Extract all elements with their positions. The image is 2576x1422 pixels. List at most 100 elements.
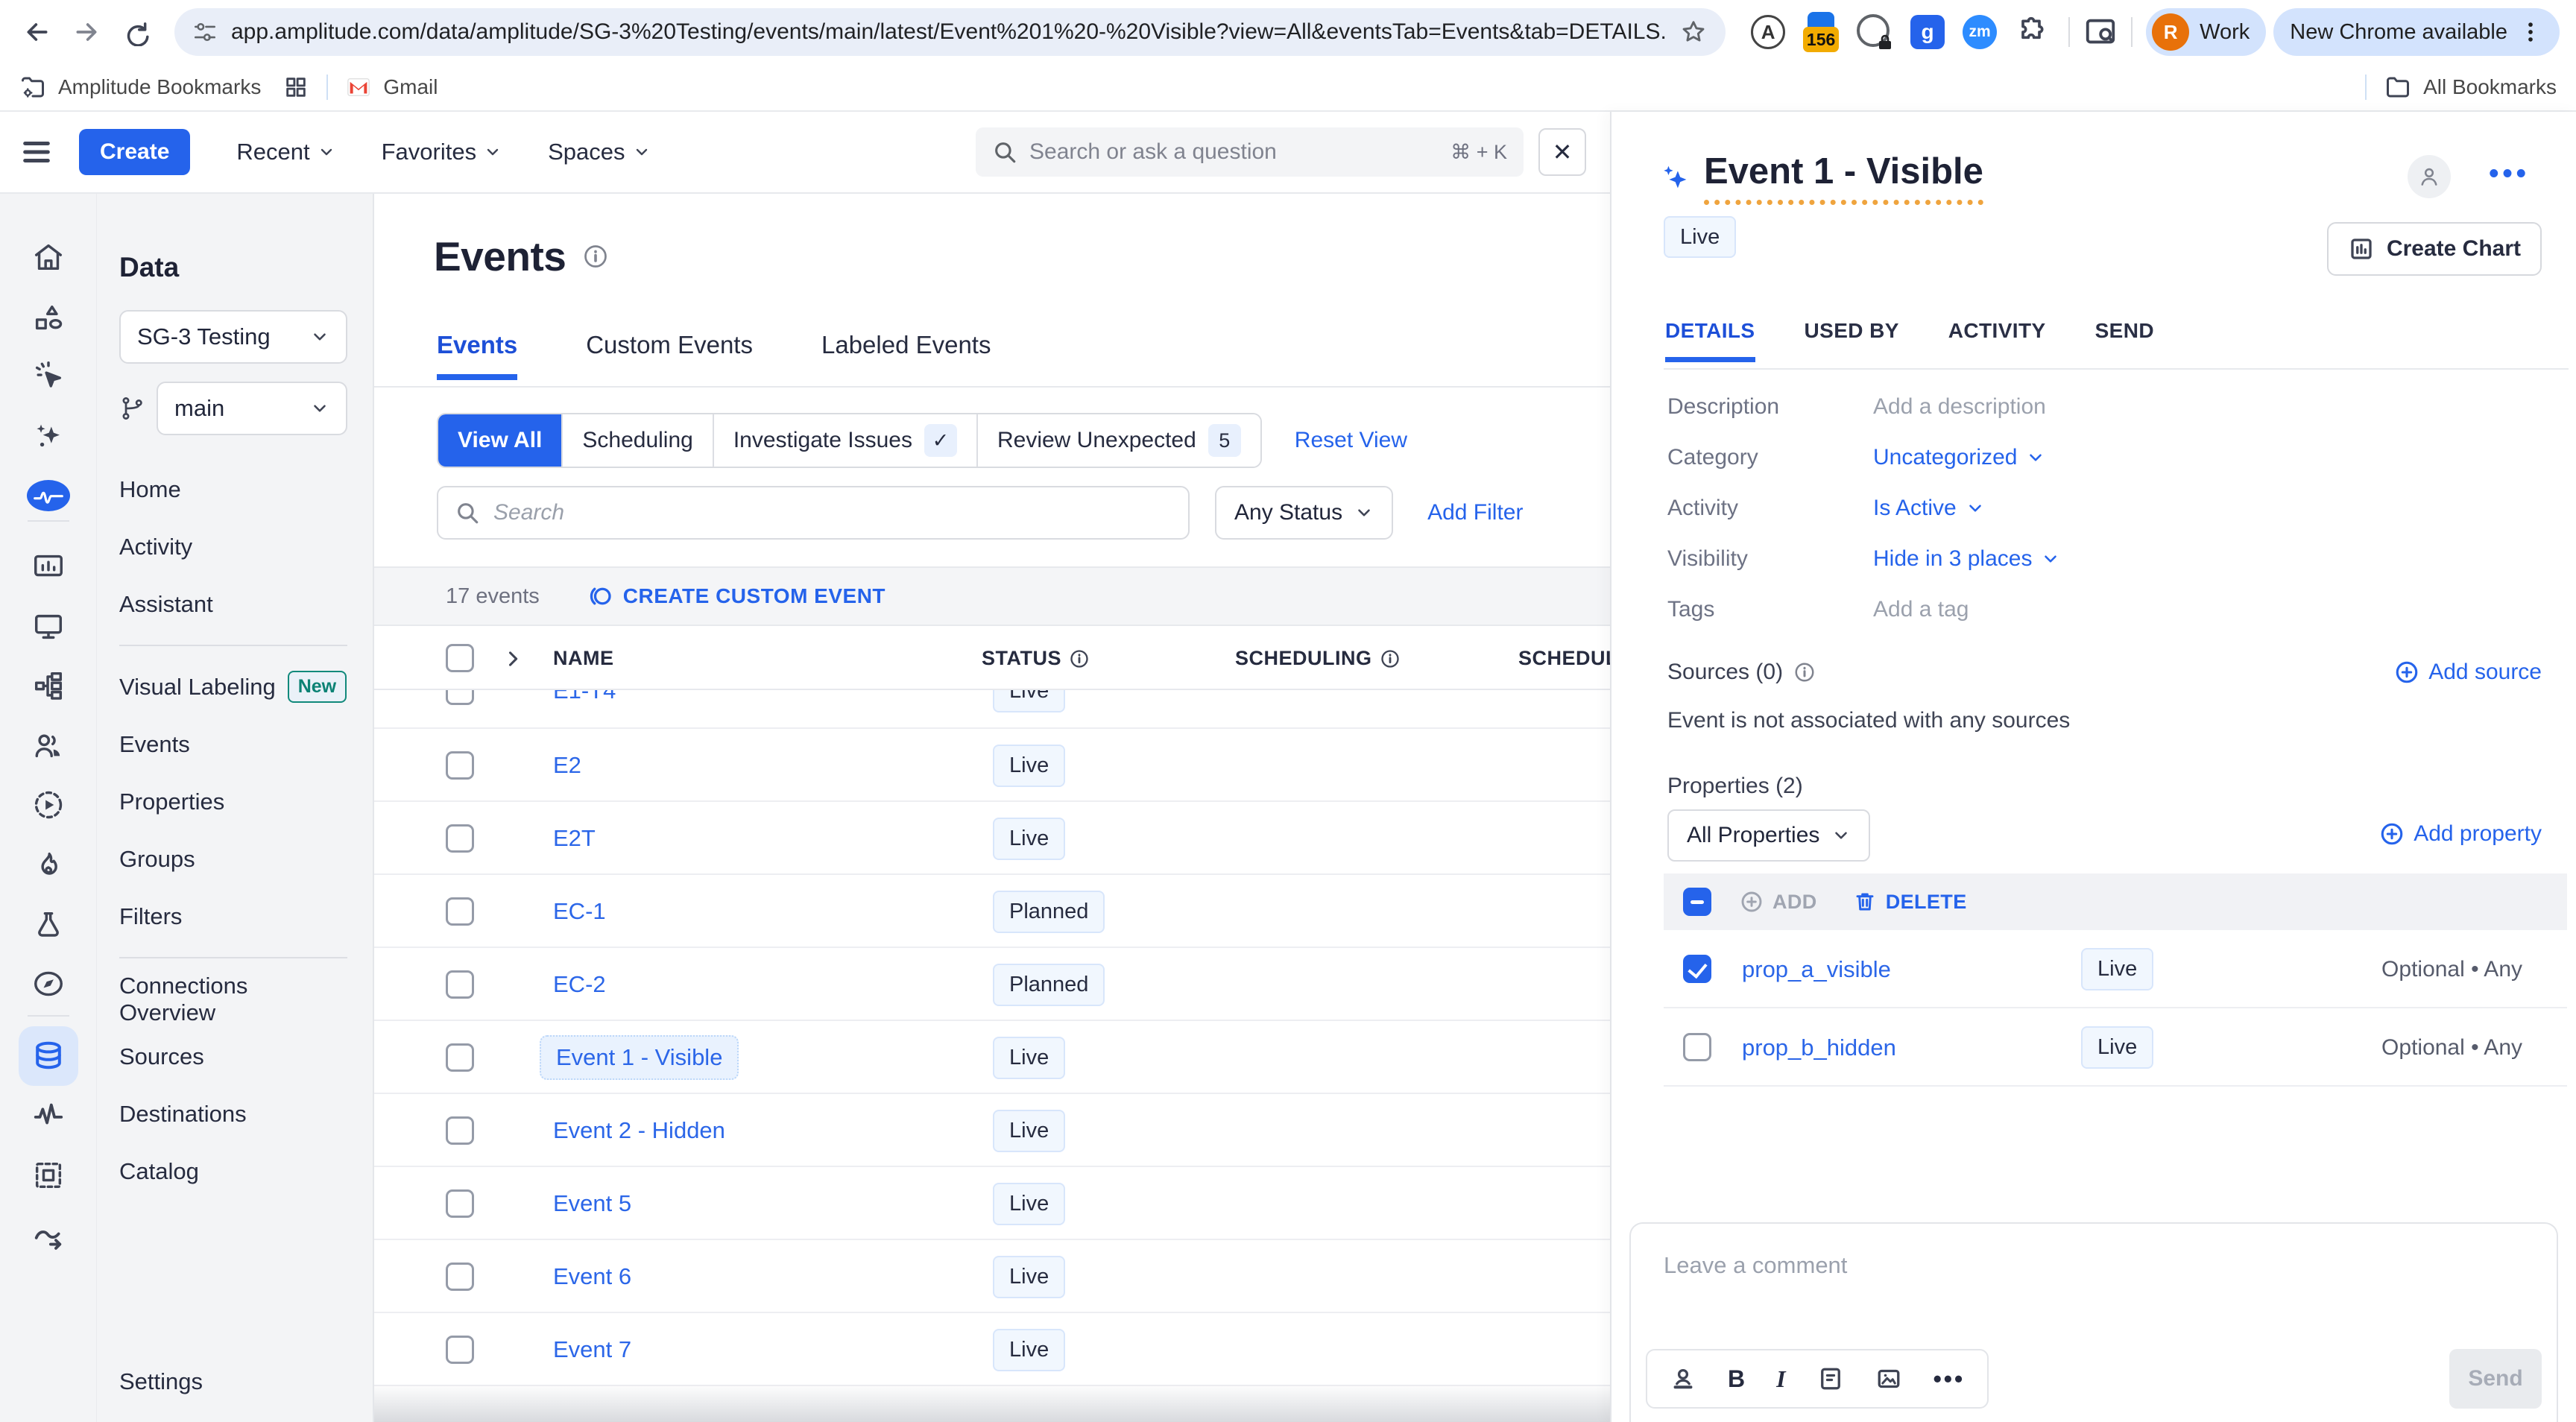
event-link[interactable]: E2T [553,802,596,875]
audiences-icon[interactable] [26,724,71,768]
tab-custom-events[interactable]: Custom Events [586,331,753,380]
bold-button[interactable]: B [1728,1365,1745,1393]
visibility-dropdown[interactable]: Hide in 3 places [1873,546,2060,572]
filter-scheduling[interactable]: Scheduling [561,414,712,467]
tab-used-by[interactable]: USED BY [1805,319,1899,362]
description-placeholder[interactable]: Add a description [1873,394,2046,420]
create-custom-event-button[interactable]: CREATE CUSTOM EVENT [587,583,886,610]
sidebar-item-destinations[interactable]: Destinations [119,1085,347,1143]
more-formatting-button[interactable]: ••• [1933,1365,1966,1393]
property-row[interactable]: prop_b_hidden Live Optional • Any [1664,1008,2567,1087]
event-link[interactable]: Event 6 [553,1240,631,1313]
template-icon[interactable] [1817,1365,1844,1392]
event-link[interactable]: EC-2 [553,948,606,1021]
properties-filter-select[interactable]: All Properties [1667,809,1870,862]
all-bookmarks-label[interactable]: All Bookmarks [2423,75,2557,99]
row-checkbox[interactable] [446,690,474,705]
sidebar-item-sources[interactable]: Sources [119,1028,347,1085]
apps-grid-icon[interactable] [283,75,309,100]
kebab-menu-icon[interactable] [2518,19,2543,45]
create-button[interactable]: Create [79,129,190,175]
signals-icon[interactable] [26,1093,71,1137]
more-menu-button[interactable]: ••• [2489,158,2530,190]
reset-view-link[interactable]: Reset View [1295,428,1407,453]
profile-chip[interactable]: R Work [2146,8,2266,56]
add-filter-link[interactable]: Add Filter [1427,500,1523,525]
event-link[interactable]: E2 [553,729,581,802]
branch-select[interactable]: main [157,382,347,435]
bookmark-star-icon[interactable] [1679,18,1708,46]
heatmap-selection-icon[interactable] [26,1153,71,1198]
retention-flame-icon[interactable] [26,844,71,888]
bookmark-folder-label[interactable]: Amplitude Bookmarks [58,75,261,99]
table-row[interactable]: Event 7 Live [374,1313,1610,1386]
bulk-delete-button[interactable]: DELETE [1853,890,1967,914]
hamburger-menu-icon[interactable] [19,135,54,169]
tab-details[interactable]: DETAILS [1665,319,1755,362]
info-icon[interactable] [1793,661,1816,683]
sidebar-item-home[interactable]: Home [119,461,347,518]
table-row[interactable]: Event 2 - Hidden Live [374,1094,1610,1167]
tab-send[interactable]: SEND [2095,319,2154,362]
filter-review-unexpected[interactable]: Review Unexpected 5 [976,414,1260,467]
close-search-button[interactable]: ✕ [1538,128,1586,176]
send-button[interactable]: Send [2449,1349,2542,1409]
extensions-puzzle-icon[interactable] [2015,16,2048,48]
table-row[interactable]: E2 Live [374,729,1610,802]
visual-labeling-icon[interactable] [26,353,71,398]
chrome-update-chip[interactable]: New Chrome available [2273,8,2560,56]
sidebar-item-assistant[interactable]: Assistant [119,575,347,633]
ai-sparkles-icon[interactable] [26,414,71,458]
property-row[interactable]: prop_a_visible Live Optional • Any [1664,930,2567,1008]
row-checkbox[interactable] [446,970,474,999]
row-checkbox[interactable] [446,1263,474,1291]
table-row[interactable]: EC-2 Planned [374,948,1610,1021]
table-row[interactable]: E1-T4 Live [374,690,1610,729]
url-text[interactable]: app.amplitude.com/data/amplitude/SG-3%20… [231,19,1666,45]
table-row[interactable]: E2T Live [374,802,1610,875]
extension-grammarly-icon[interactable]: g [1910,15,1945,49]
table-row-selected[interactable]: Event 1 - Visible Live [374,1021,1610,1094]
table-row[interactable]: EC-1 Planned [374,875,1610,948]
add-source-button[interactable]: Add source [2394,660,2542,685]
sidebar-item-catalog[interactable]: Catalog [119,1143,347,1200]
sidebar-item-settings[interactable]: Settings [119,1368,203,1395]
event-title[interactable]: Event 1 - Visible [1704,151,1983,205]
refresh-button[interactable] [115,11,157,53]
property-link[interactable]: prop_b_hidden [1742,1008,1896,1087]
add-property-button[interactable]: Add property [2379,821,2542,847]
forward-button[interactable] [66,11,107,53]
row-checkbox[interactable] [446,751,474,780]
comment-box[interactable]: Leave a comment B I ••• Send [1629,1222,2558,1422]
url-bar[interactable]: app.amplitude.com/data/amplitude/SG-3%20… [174,8,1726,56]
tab-labeled-events[interactable]: Labeled Events [821,331,991,380]
bookmark-gmail-label[interactable]: Gmail [383,75,438,99]
home-icon[interactable] [26,235,71,279]
activity-dropdown[interactable]: Is Active [1873,496,1985,521]
sidebar-item-activity[interactable]: Activity [119,518,347,575]
info-icon[interactable] [582,243,609,270]
dashboards-icon[interactable] [26,544,71,589]
experiments-flask-icon[interactable] [26,903,71,947]
row-checkbox[interactable] [446,1336,474,1364]
sidebar-item-events[interactable]: Events [119,715,347,773]
expand-all-icon[interactable] [502,648,523,669]
extension-badge-icon[interactable]: 156 [1803,12,1839,52]
info-icon[interactable] [1069,648,1090,669]
global-search-input[interactable]: Search or ask a question ⌘ + K [976,127,1524,177]
journeys-icon[interactable] [26,663,71,708]
filter-investigate-issues[interactable]: Investigate Issues ✓ [713,414,976,467]
events-search-input[interactable]: Search [437,486,1190,540]
filter-view-all[interactable]: View All [438,414,561,467]
sidebar-item-filters[interactable]: Filters [119,888,347,945]
status-filter-select[interactable]: Any Status [1215,486,1393,540]
back-button[interactable] [16,11,58,53]
property-checkbox-checked[interactable] [1683,955,1711,983]
sidebar-item-visual-labeling[interactable]: Visual Labeling New [119,658,347,715]
viewer-avatar-button[interactable] [2408,155,2451,198]
sidebar-item-properties[interactable]: Properties [119,773,347,830]
amplitude-logo-icon[interactable] [26,473,71,518]
row-checkbox[interactable] [446,824,474,853]
event-link[interactable]: Event 7 [553,1313,631,1386]
info-icon[interactable] [1380,648,1401,669]
